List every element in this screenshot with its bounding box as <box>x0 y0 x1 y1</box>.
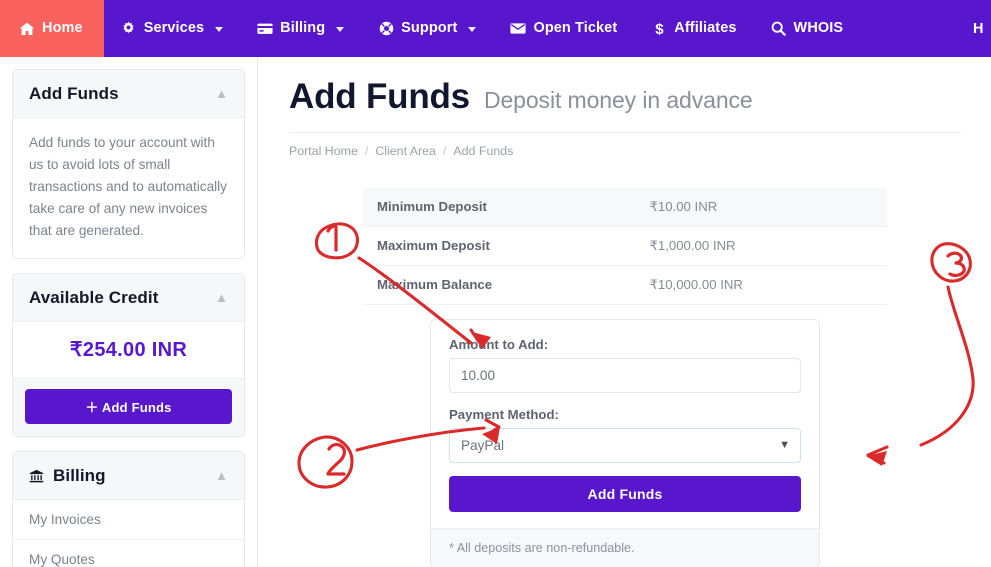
page-subtitle: Deposit money in advance <box>483 87 753 113</box>
breadcrumb-item-portal-home[interactable]: Portal Home <box>289 144 358 158</box>
home-icon <box>19 21 35 37</box>
sidebar-item-my-quotes[interactable]: My Quotes <box>13 540 244 567</box>
panel-title: Available Credit <box>29 288 159 308</box>
add-funds-form-card: Amount to Add: Payment Method: PayPal ▼ … <box>430 318 820 567</box>
sidebar-add-funds-button[interactable]: ＋ Add Funds <box>25 389 232 425</box>
main-content: Add Funds Deposit money in advance Porta… <box>259 57 991 567</box>
table-row: Maximum Deposit ₹1,000.00 INR <box>363 226 887 266</box>
nav-item-services[interactable]: Services <box>104 0 240 57</box>
amount-to-add-label: Amount to Add: <box>449 336 549 352</box>
nav-item-label: Services <box>143 20 205 37</box>
panel-body-add-funds-description: Add funds to your account with us to avo… <box>29 135 227 239</box>
amount-input[interactable] <box>449 357 801 393</box>
payment-method-select[interactable]: PayPal <box>449 427 801 463</box>
add-funds-footnote: * All deposits are non-refundable. <box>431 527 819 567</box>
search-icon <box>771 21 787 37</box>
field-spacer <box>449 393 801 407</box>
svg-text:$: $ <box>655 21 664 37</box>
deposit-limits-table: Minimum Deposit ₹10.00 INR Maximum Depos… <box>363 187 887 305</box>
limit-value-maximum-balance: ₹10,000.00 INR <box>635 265 887 305</box>
page-title: Add Funds <box>289 77 470 116</box>
panel-header-billing[interactable]: Billing ▲ <box>13 452 244 501</box>
envelope-icon <box>510 21 526 37</box>
payment-method-select-wrapper: PayPal ▼ <box>449 427 801 463</box>
sidebar-panel-add-funds: Add Funds ▲ Add funds to your account wi… <box>12 69 245 260</box>
sidebar-panel-billing: Billing ▲ My Invoices My Quotes Mass Pay… <box>12 451 245 567</box>
chevron-up-icon[interactable]: ▲ <box>215 469 228 482</box>
limit-label-maximum-deposit: Maximum Deposit <box>363 226 636 266</box>
breadcrumb-item-client-area[interactable]: Client Area <box>375 144 436 158</box>
add-funds-form-body: Amount to Add: Payment Method: PayPal ▼ … <box>431 320 819 528</box>
nav-item-label: Support <box>401 20 458 37</box>
top-navigation-bar: Home Services Billing Support Open Ticke… <box>0 0 991 57</box>
available-credit-amount: ₹254.00 INR <box>69 339 188 362</box>
nav-account-menu-truncated[interactable]: H <box>973 0 991 57</box>
limit-label-maximum-balance: Maximum Balance <box>363 265 636 305</box>
nav-item-whois[interactable]: WHOIS <box>754 0 861 57</box>
breadcrumb: Portal Home / Client Area / Add Funds <box>289 131 961 158</box>
life-ring-icon <box>378 21 394 37</box>
panel-title-text: Billing <box>53 466 106 486</box>
page-heading: Add Funds Deposit money in advance <box>289 77 961 120</box>
gear-icon <box>121 21 137 37</box>
nav-item-label: Affiliates <box>674 20 737 37</box>
nav-item-label: Open Ticket <box>533 20 618 37</box>
chevron-down-icon <box>215 27 224 32</box>
table-row: Minimum Deposit ₹10.00 INR <box>363 187 887 227</box>
chevron-down-icon <box>336 27 345 32</box>
sidebar-item-my-invoices[interactable]: My Invoices <box>13 500 244 541</box>
nav-item-open-ticket[interactable]: Open Ticket <box>493 0 634 57</box>
nav-item-label: Home <box>42 20 83 37</box>
sidebar: Add Funds ▲ Add funds to your account wi… <box>0 57 258 567</box>
panel-header-add-funds[interactable]: Add Funds ▲ <box>13 70 244 118</box>
limit-value-maximum-deposit: ₹1,000.00 INR <box>635 226 887 266</box>
bank-icon <box>29 469 44 484</box>
limit-value-minimum-deposit: ₹10.00 INR <box>635 187 887 227</box>
nav-item-affiliates[interactable]: $ Affiliates <box>634 0 753 57</box>
panel-title-billing: Billing <box>29 466 106 486</box>
nav-item-billing[interactable]: Billing <box>240 0 361 57</box>
page-root: Home Services Billing Support Open Ticke… <box>0 0 991 567</box>
panel-header-available-credit[interactable]: Available Credit ▲ <box>13 274 244 323</box>
payment-method-label: Payment Method: <box>449 406 559 422</box>
table-row: Maximum Balance ₹10,000.00 INR <box>363 265 887 305</box>
breadcrumb-separator: / <box>364 143 369 158</box>
available-credit-value-area: ₹254.00 INR <box>13 322 244 378</box>
billing-nav-list: My Invoices My Quotes Mass Payment <box>13 500 244 567</box>
sidebar-panel-available-credit: Available Credit ▲ ₹254.00 INR ＋ Add Fun… <box>12 273 245 438</box>
breadcrumb-separator: / <box>442 143 447 158</box>
chevron-up-icon[interactable]: ▲ <box>215 291 228 304</box>
nav-item-support[interactable]: Support <box>361 0 493 57</box>
add-funds-submit-button[interactable]: Add Funds <box>449 475 801 512</box>
chevron-down-icon <box>468 27 477 32</box>
limit-label-minimum-deposit: Minimum Deposit <box>363 187 636 227</box>
credit-card-icon <box>257 21 273 37</box>
panel-title: Add Funds <box>29 84 119 103</box>
dollar-icon: $ <box>651 21 667 37</box>
nav-item-home[interactable]: Home <box>0 0 104 57</box>
nav-item-label: Billing <box>280 20 326 37</box>
breadcrumb-item-current: Add Funds <box>453 143 514 158</box>
available-credit-footer: ＋ Add Funds <box>13 378 244 437</box>
nav-item-label: WHOIS <box>793 20 844 37</box>
chevron-up-icon[interactable]: ▲ <box>215 87 228 100</box>
